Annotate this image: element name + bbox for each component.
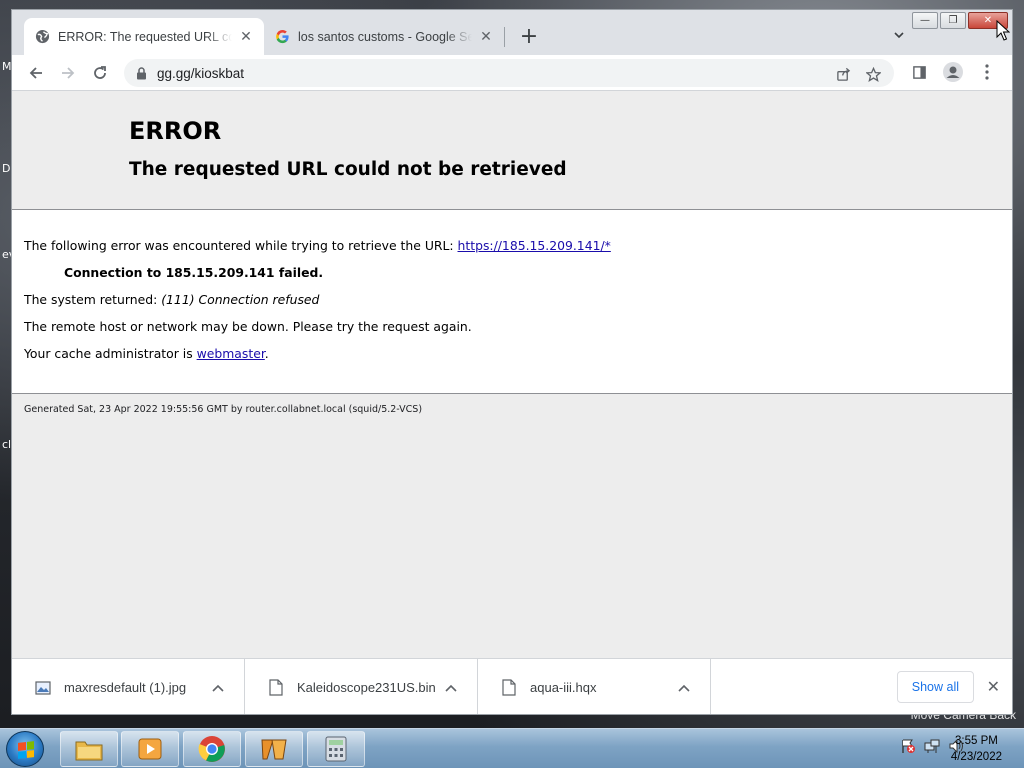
system-returned-label: The system returned: [24, 292, 162, 307]
forward-arrow-icon[interactable] [52, 57, 84, 89]
lock-icon[interactable] [136, 66, 147, 80]
omnibox-actions [832, 63, 884, 85]
back-arrow-icon[interactable] [20, 57, 52, 89]
close-downloads-icon[interactable]: ✕ [987, 677, 1000, 697]
download-item[interactable]: Kaleidoscope231US.bin [245, 658, 478, 714]
clock-time: 3:55 PM [955, 735, 998, 747]
explorer-taskbar-icon[interactable] [60, 731, 118, 767]
download-filename: maxresdefault (1).jpg [64, 680, 187, 695]
profile-avatar-icon[interactable] [938, 57, 968, 87]
start-button[interactable] [6, 731, 44, 767]
tab-error[interactable]: ERROR: The requested URL could not be re… [24, 18, 264, 55]
url-text[interactable]: gg.gg/kioskbat [157, 66, 244, 81]
tab-google-search[interactable]: los santos customs - Google Search ✕ [264, 18, 504, 55]
tab-title: los santos customs - Google Search [298, 29, 472, 44]
page-subtitle: The requested URL could not be retrieved [129, 159, 567, 180]
desktop-text: D [2, 162, 11, 175]
bookmark-star-icon[interactable] [862, 63, 884, 85]
browser-window: ERROR: The requested URL could not be re… [11, 9, 1013, 715]
side-panel-icon[interactable] [904, 57, 934, 87]
tab-separator [504, 26, 505, 47]
tab-strip: ERROR: The requested URL could not be re… [12, 10, 1012, 55]
more-vert-icon[interactable] [972, 57, 1002, 87]
google-g-icon [274, 29, 290, 45]
taskbar: 3:55 PM 4/23/2022 [0, 728, 1024, 768]
file-icon [500, 679, 518, 697]
desktop-text: cl [2, 438, 12, 451]
admin-suffix: . [264, 346, 269, 361]
requested-url-link[interactable]: https://185.15.209.141/* [458, 238, 611, 253]
tab-close-icon[interactable]: ✕ [238, 28, 254, 45]
remote-down-text: The remote host or network may be down. … [24, 319, 472, 334]
tabs: ERROR: The requested URL could not be re… [24, 18, 543, 55]
error-header: ERROR The requested URL could not be ret… [129, 117, 567, 180]
network-icon[interactable] [924, 738, 940, 758]
image-file-icon [34, 679, 52, 697]
restore-button[interactable]: ❐ [940, 12, 966, 29]
action-center-flag-icon[interactable] [900, 738, 916, 758]
divider [12, 393, 1012, 394]
download-filename: Kaleidoscope231US.bin [297, 680, 436, 695]
tab-close-icon[interactable]: ✕ [478, 28, 494, 45]
chevron-up-icon[interactable] [208, 681, 228, 695]
system-error-text: (111) Connection refused [161, 292, 320, 307]
show-all-button[interactable]: Show all [896, 671, 974, 703]
calculator-taskbar-icon[interactable] [307, 731, 365, 767]
chevron-up-icon[interactable] [441, 681, 461, 695]
generated-footer: Generated Sat, 23 Apr 2022 19:55:56 GMT … [24, 404, 423, 415]
address-bar[interactable]: gg.gg/kioskbat [124, 59, 894, 87]
downloads-bar: maxresdefault (1).jpg Kaleidoscope231US.… [12, 658, 1012, 714]
window-controls: — ❐ ✕ [910, 12, 1008, 29]
error-description: The following error was encountered whil… [24, 232, 1000, 259]
media-player-taskbar-icon[interactable] [121, 731, 179, 767]
page-content: ERROR The requested URL could not be ret… [12, 91, 1012, 658]
toolbar-right [904, 57, 1002, 87]
minimize-button[interactable]: — [912, 12, 938, 29]
new-tab-plus-icon[interactable]: + [515, 23, 543, 51]
globe-icon [34, 29, 50, 45]
file-icon [267, 679, 285, 697]
system-returned: The system returned: (111) Connection re… [24, 286, 1000, 313]
chevron-up-icon[interactable] [674, 681, 694, 695]
chevron-down-icon[interactable] [892, 28, 906, 45]
clock[interactable]: 3:55 PM 4/23/2022 [951, 733, 1002, 765]
download-item[interactable]: aqua-iii.hqx [478, 658, 711, 714]
mouse-cursor-icon [996, 19, 1011, 46]
webmaster-link[interactable]: webmaster [197, 346, 265, 361]
connection-failed-text: Connection to 185.15.209.141 failed. [64, 265, 324, 280]
windows-logo-icon [18, 741, 34, 759]
share-icon[interactable] [832, 63, 854, 85]
download-item[interactable]: maxresdefault (1).jpg [12, 658, 245, 714]
error-body: The following error was encountered whil… [12, 210, 1012, 394]
chrome-taskbar-icon[interactable] [183, 731, 241, 767]
clock-date: 4/23/2022 [950, 751, 1002, 763]
reload-icon[interactable] [84, 57, 116, 89]
admin-prefix: Your cache administrator is [24, 346, 197, 361]
browser-toolbar: gg.gg/kioskbat [12, 55, 1012, 91]
tab-title: ERROR: The requested URL could not be re… [58, 29, 232, 44]
page-title: ERROR [129, 117, 222, 145]
download-filename: aqua-iii.hqx [530, 680, 597, 695]
admin-line: Your cache administrator is webmaster. [24, 340, 1000, 367]
error-description-text: The following error was encountered whil… [24, 238, 458, 253]
app-taskbar-icon[interactable] [245, 731, 303, 767]
